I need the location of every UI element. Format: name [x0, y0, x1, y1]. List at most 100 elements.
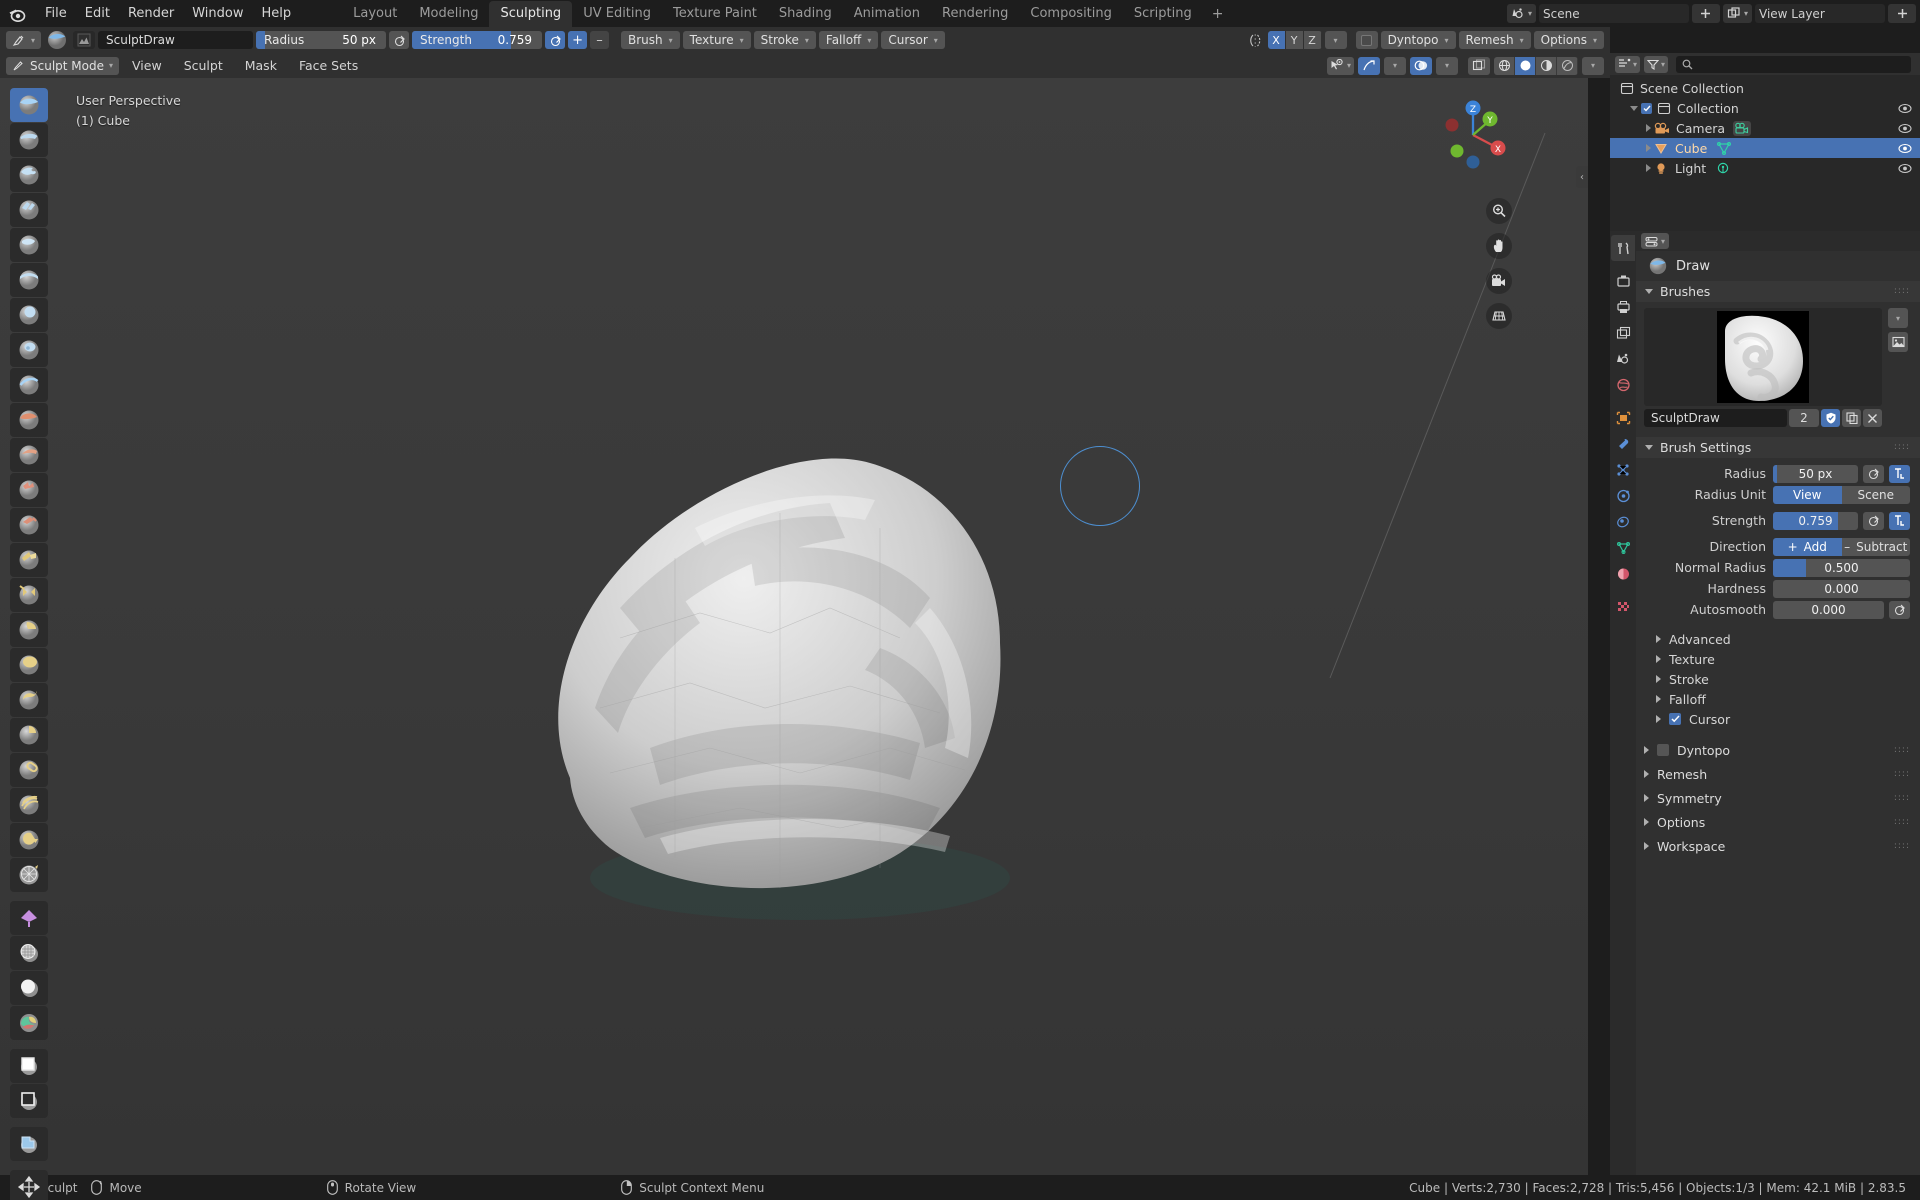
- trim-tool[interactable]: [10, 1127, 48, 1161]
- camera-visibility-toggle[interactable]: [1898, 123, 1912, 134]
- cursor-dropdown[interactable]: Cursor ▾: [881, 31, 945, 49]
- pinch-brush-tool[interactable]: [10, 578, 48, 612]
- options-panel-header[interactable]: Options ::::: [1636, 810, 1920, 834]
- brush-image-button[interactable]: [1888, 332, 1908, 352]
- flatten-brush-tool[interactable]: [10, 438, 48, 472]
- modifier-properties-tab[interactable]: [1611, 431, 1635, 457]
- material-properties-tab[interactable]: [1611, 561, 1635, 587]
- xray-toggle-button[interactable]: [1468, 56, 1490, 75]
- brush-texture-swatch[interactable]: [73, 31, 96, 49]
- dyntopo-checkbox[interactable]: [1355, 31, 1378, 49]
- disclosure-triangle-icon[interactable]: [1646, 144, 1651, 152]
- zoom-icon[interactable]: [1486, 198, 1512, 224]
- remesh-dropdown[interactable]: Remesh ▾: [1458, 31, 1531, 49]
- output-properties-tab[interactable]: [1611, 294, 1635, 320]
- texture-properties-tab[interactable]: [1611, 594, 1635, 620]
- direction-add-option[interactable]: + Add: [1773, 537, 1842, 556]
- disclosure-triangle-icon[interactable]: [1656, 695, 1661, 703]
- elastic-deform-brush-tool[interactable]: [10, 648, 48, 682]
- tab-uv-editing[interactable]: UV Editing: [572, 1, 662, 27]
- sidebar-collapse-icon[interactable]: ‹: [1576, 166, 1588, 188]
- brushes-panel-header[interactable]: Brushes ::::: [1636, 281, 1920, 302]
- constraint-properties-tab[interactable]: [1611, 509, 1635, 535]
- fill-brush-tool[interactable]: [10, 473, 48, 507]
- wireframe-shading-button[interactable]: [1494, 56, 1515, 75]
- stroke-dropdown[interactable]: Stroke ▾: [753, 31, 816, 49]
- pan-hand-icon[interactable]: [1486, 233, 1512, 259]
- dyntopo-panel-header[interactable]: Dyntopo ::::: [1636, 738, 1920, 762]
- radius-slider[interactable]: Radius 50 px: [256, 31, 387, 49]
- autosmooth-field[interactable]: 0.000: [1773, 600, 1884, 619]
- add-workspace-button[interactable]: +: [1203, 3, 1233, 25]
- cursor-checkbox[interactable]: [1669, 713, 1681, 725]
- hardness-field[interactable]: 0.000: [1773, 579, 1910, 598]
- properties-editor-type-selector[interactable]: ▾: [1641, 233, 1670, 249]
- symmetry-icon[interactable]: [1245, 33, 1265, 48]
- tab-sculpting[interactable]: Sculpting: [489, 0, 573, 27]
- mask-brush-tool[interactable]: [10, 936, 48, 970]
- tab-texture-paint[interactable]: Texture Paint: [662, 1, 768, 27]
- disclosure-triangle-icon[interactable]: [1644, 794, 1649, 802]
- blob-brush-tool[interactable]: [10, 333, 48, 367]
- strength-property-field[interactable]: 0.759: [1773, 511, 1858, 530]
- draw-sharp-brush-tool[interactable]: [10, 123, 48, 157]
- strength-slider[interactable]: Strength 0.759: [412, 31, 543, 49]
- object-data-properties-tab[interactable]: [1611, 535, 1635, 561]
- smooth-brush-tool[interactable]: [10, 403, 48, 437]
- snake-hook-brush-tool[interactable]: [10, 683, 48, 717]
- cursor-subpanel[interactable]: Cursor: [1636, 709, 1920, 729]
- tab-layout[interactable]: Layout: [342, 1, 408, 27]
- overlays-toggle-button[interactable]: [1410, 56, 1432, 75]
- clay-thumb-brush-tool[interactable]: [10, 228, 48, 262]
- tab-scripting[interactable]: Scripting: [1123, 1, 1203, 27]
- tool-properties-tab[interactable]: [1611, 235, 1635, 261]
- crease-brush-tool[interactable]: [10, 368, 48, 402]
- light-visibility-toggle[interactable]: [1898, 163, 1912, 174]
- scrape-brush-tool[interactable]: [10, 508, 48, 542]
- thumb-brush-tool[interactable]: [10, 718, 48, 752]
- mask-menu[interactable]: Mask: [236, 56, 286, 75]
- texture-dropdown[interactable]: Texture ▾: [682, 31, 751, 49]
- move-transform-tool[interactable]: [10, 1170, 48, 1200]
- brush-datablock-name[interactable]: SculptDraw: [1644, 409, 1787, 427]
- disclosure-triangle-icon[interactable]: [1644, 746, 1649, 754]
- overlays-options-dropdown[interactable]: ▾: [1436, 56, 1458, 75]
- menu-file[interactable]: File: [36, 3, 76, 24]
- tab-rendering[interactable]: Rendering: [931, 1, 1019, 27]
- brush-name-field[interactable]: SculptDraw: [98, 31, 254, 49]
- nudge-brush-tool[interactable]: [10, 788, 48, 822]
- radius-unit-scene-option[interactable]: Scene: [1841, 485, 1910, 504]
- strength-pressure-toggle[interactable]: [545, 31, 566, 49]
- remesh-panel-header[interactable]: Remesh ::::: [1636, 762, 1920, 786]
- light-data-icon[interactable]: [1714, 161, 1732, 176]
- simplify-brush-tool[interactable]: [10, 901, 48, 935]
- direction-subtract-button[interactable]: –: [590, 31, 610, 49]
- symmetry-panel-header[interactable]: Symmetry ::::: [1636, 786, 1920, 810]
- line-mask-tool[interactable]: [10, 1049, 48, 1083]
- view-layer-properties-tab[interactable]: [1611, 320, 1635, 346]
- toggle-perspective-icon[interactable]: [1486, 303, 1512, 329]
- unlink-brush-button[interactable]: [1863, 409, 1882, 427]
- object-visibility-button[interactable]: ▾: [1326, 56, 1354, 75]
- grab-brush-tool[interactable]: [10, 613, 48, 647]
- symmetry-options-dropdown[interactable]: ▾: [1324, 31, 1347, 49]
- menu-render[interactable]: Render: [119, 3, 183, 24]
- dyntopo-dropdown[interactable]: Dyntopo ▾: [1380, 31, 1456, 49]
- multiplane-scrape-brush-tool[interactable]: [10, 543, 48, 577]
- outliner-row-light[interactable]: Light: [1610, 158, 1920, 178]
- disclosure-triangle-icon[interactable]: [1646, 164, 1651, 172]
- tab-shading[interactable]: Shading: [768, 1, 843, 27]
- autosmooth-pressure-toggle[interactable]: [1889, 600, 1910, 619]
- falloff-subpanel[interactable]: Falloff: [1636, 689, 1920, 709]
- strength-unified-toggle[interactable]: [1889, 511, 1910, 530]
- layer-brush-tool[interactable]: [10, 263, 48, 297]
- render-properties-tab[interactable]: [1611, 268, 1635, 294]
- falloff-dropdown[interactable]: Falloff ▾: [818, 31, 879, 49]
- view-layer-browse-button[interactable]: ▾: [1722, 4, 1752, 23]
- outliner-row-camera[interactable]: Camera: [1610, 118, 1920, 138]
- interaction-mode-selector[interactable]: Sculpt Mode ▾: [6, 56, 120, 75]
- radius-pressure-toggle[interactable]: [1863, 464, 1884, 483]
- disclosure-triangle-icon[interactable]: [1646, 124, 1651, 132]
- radius-property-field[interactable]: 50 px: [1773, 464, 1858, 483]
- brush-settings-panel-header[interactable]: Brush Settings ::::: [1636, 437, 1920, 458]
